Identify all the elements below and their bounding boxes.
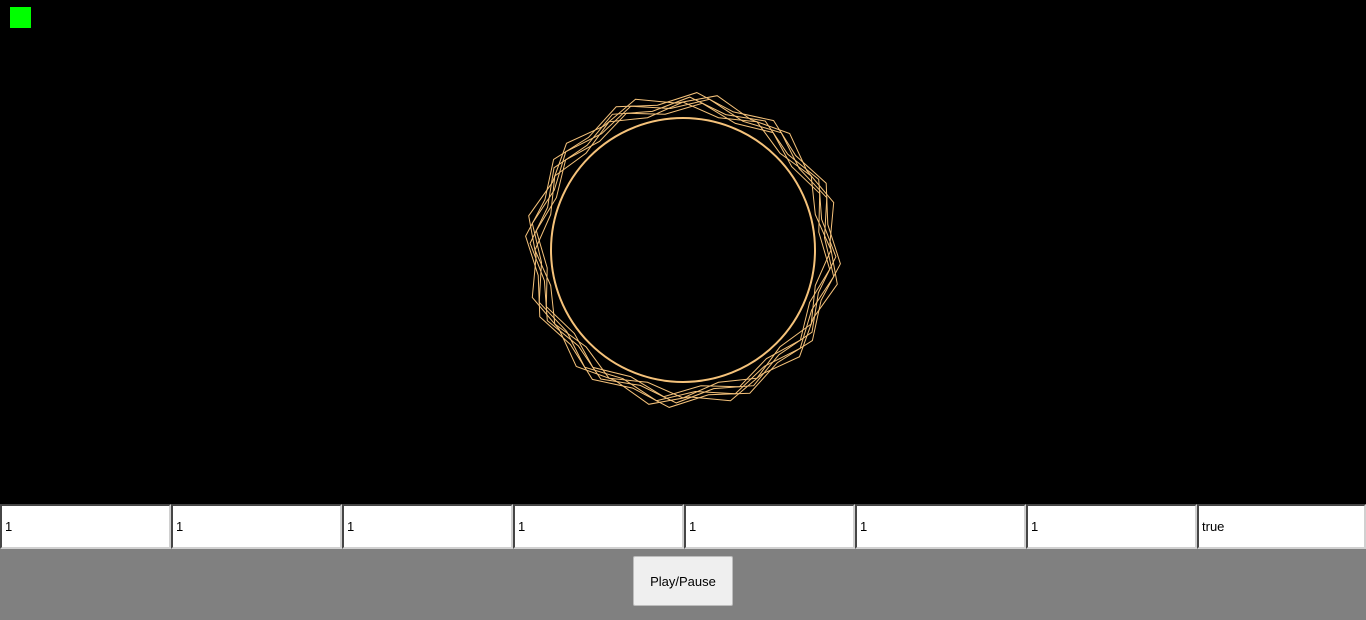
- controls-bar: Play/Pause: [0, 549, 1366, 620]
- play-pause-button[interactable]: Play/Pause: [633, 556, 733, 606]
- parameter-input-3[interactable]: [342, 504, 513, 549]
- parameter-input-1[interactable]: [0, 504, 171, 549]
- pattern-loop: [529, 96, 837, 404]
- pattern-loop: [525, 92, 841, 408]
- parameter-input-7[interactable]: [1026, 504, 1197, 549]
- drawing-canvas[interactable]: [0, 0, 1366, 504]
- pattern-inner-circle: [550, 117, 816, 383]
- parameter-input-4[interactable]: [513, 504, 684, 549]
- parameter-input-6[interactable]: [855, 504, 1026, 549]
- parameter-inputs-row: [0, 504, 1366, 549]
- parameter-input-5[interactable]: [684, 504, 855, 549]
- pattern-loop: [534, 101, 832, 399]
- pattern-loop: [528, 95, 838, 405]
- parameter-input-8[interactable]: [1197, 504, 1366, 549]
- spirograph-pattern: [525, 92, 841, 408]
- parameter-input-2[interactable]: [171, 504, 342, 549]
- pattern-loop: [535, 102, 831, 398]
